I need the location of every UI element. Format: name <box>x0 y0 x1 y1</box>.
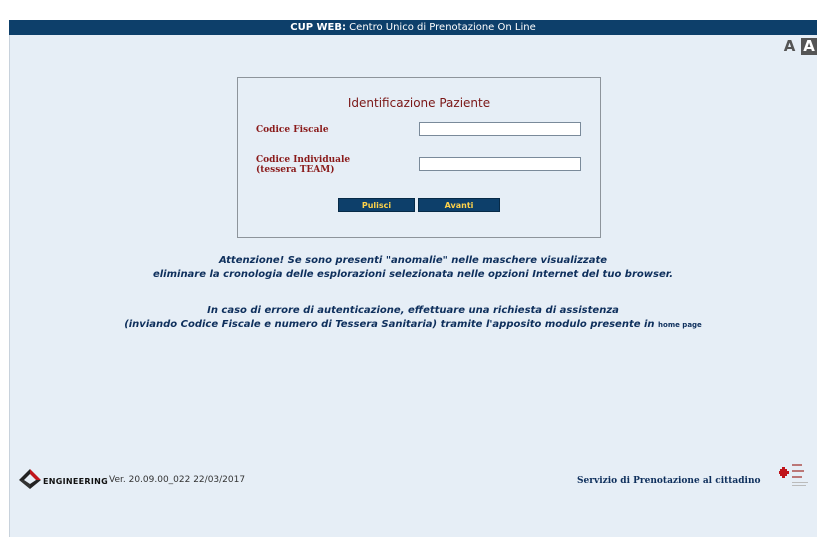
home-page-link[interactable]: home page <box>658 321 702 329</box>
notice-line-4: (inviando Codice Fiscale e numero di Tes… <box>9 318 817 332</box>
codice-individuale-label-line2: (tessera TEAM) <box>256 165 335 175</box>
engineering-logo-icon <box>19 469 41 489</box>
health-service-crest-icon <box>779 464 808 486</box>
service-title: Servizio di Prenotazione al cittadino <box>577 476 761 486</box>
header-bar: CUP WEB: Centro Unico di Prenotazione On… <box>9 20 817 35</box>
codice-fiscale-input[interactable] <box>419 122 581 136</box>
header-title: Centro Unico di Prenotazione On Line <box>346 22 536 33</box>
notice-line-1: Attenzione! Se sono presenti "anomalie" … <box>218 255 608 266</box>
patient-identification-panel: Identificazione Paziente Codice Fiscale … <box>237 77 601 238</box>
pulisci-button[interactable]: Pulisci <box>338 198 415 212</box>
font-size-small-button[interactable]: A <box>782 38 797 55</box>
header-brand: CUP WEB: <box>290 22 346 33</box>
codice-fiscale-label: Codice Fiscale <box>256 125 329 135</box>
avanti-button[interactable]: Avanti <box>418 198 500 212</box>
font-size-large-button[interactable]: A <box>801 38 817 55</box>
codice-individuale-input[interactable] <box>419 157 581 171</box>
codice-individuale-label: Codice Individuale (tessera TEAM) <box>256 155 350 175</box>
engineering-logo-text: ENGINEERING <box>43 477 109 486</box>
notice-line-2: eliminare la cronologia delle esplorazio… <box>152 269 674 280</box>
notice-line-3: In caso di errore di autenticazione, eff… <box>207 305 619 316</box>
panel-title: Identificazione Paziente <box>347 96 491 110</box>
version-text: Ver. 20.09.00_022 22/03/2017 <box>109 475 246 485</box>
notice-line-4-text: (inviando Codice Fiscale e numero di Tes… <box>124 319 659 330</box>
codice-individuale-label-line1: Codice Individuale <box>256 155 351 165</box>
